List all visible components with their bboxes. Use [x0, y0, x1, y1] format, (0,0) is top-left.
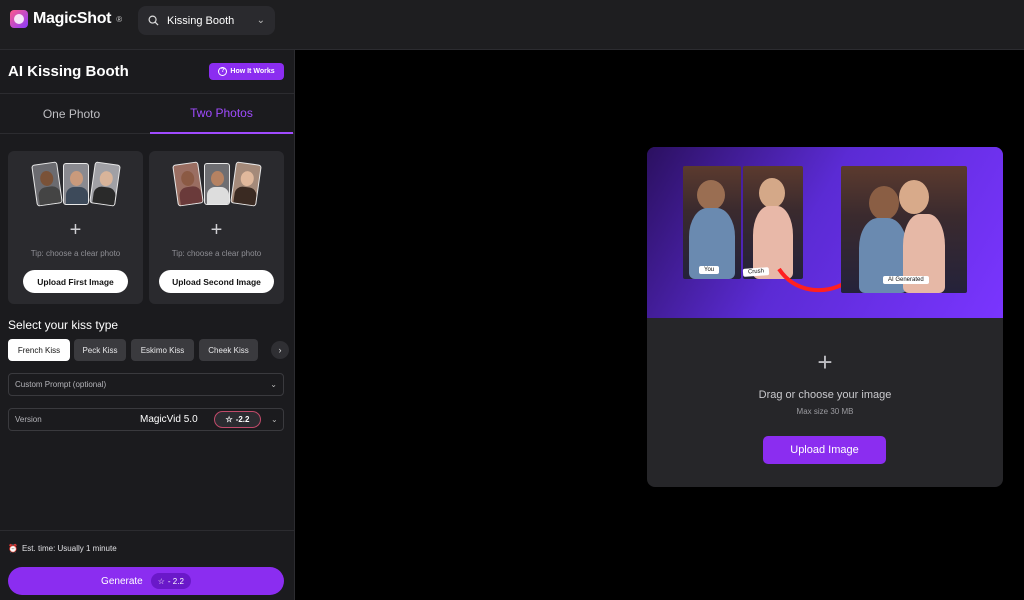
- star-icon: ☆: [157, 576, 165, 586]
- left-panel: AI Kissing Booth ? How It Works One Phot…: [0, 50, 295, 600]
- chevron-down-icon: ⌄: [271, 415, 278, 424]
- plus-icon: +: [817, 347, 833, 377]
- kiss-chip-peck[interactable]: Peck Kiss: [74, 339, 126, 361]
- question-icon: ?: [218, 67, 228, 76]
- drop-instructions: Drag or choose your image: [758, 389, 892, 401]
- custom-prompt-label: Custom Prompt (optional): [15, 380, 107, 389]
- star-icon: ☆: [225, 415, 233, 424]
- kiss-type-selector: French Kiss Peck Kiss Eskimo Kiss Cheek …: [8, 339, 290, 361]
- sample-faces: [31, 161, 121, 207]
- how-it-works-label: How It Works: [230, 68, 275, 75]
- upload-second-image-button[interactable]: Upload Second Image: [159, 270, 274, 293]
- magicshot-logo-icon: [10, 10, 28, 28]
- generate-button[interactable]: Generate ☆ - 2.2: [8, 567, 284, 595]
- tab-two-photos[interactable]: Two Photos: [150, 94, 293, 134]
- version-value: MagicVid 5.0: [140, 414, 198, 425]
- brand-logo[interactable]: MagicShot ®: [10, 10, 122, 28]
- panel-header: AI Kissing Booth ? How It Works: [0, 50, 295, 94]
- max-size-note: Max size 30 MB: [796, 407, 854, 416]
- upload-tip: Tip: choose a clear photo: [171, 249, 262, 258]
- sample-faces: [172, 161, 262, 207]
- upload-tip: Tip: choose a clear photo: [30, 249, 121, 258]
- estimated-time: ⏰ Est. time: Usually 1 minute: [8, 544, 117, 553]
- tab-one-photo[interactable]: One Photo: [0, 94, 143, 134]
- tag-you: You: [699, 266, 720, 274]
- search-icon: [148, 15, 159, 26]
- tool-search[interactable]: Kissing Booth ⌄: [138, 6, 275, 35]
- brand-registered: ®: [116, 14, 123, 24]
- alarm-clock-icon: ⏰: [8, 544, 18, 553]
- version-label: Version: [15, 415, 42, 424]
- chevron-down-icon: ⌄: [270, 380, 277, 389]
- upload-second-card[interactable]: + Tip: choose a clear photo Upload Secon…: [149, 151, 284, 304]
- kiss-type-label: Select your kiss type: [8, 318, 119, 332]
- example-banner: You Crush AI Generated: [647, 147, 1003, 318]
- upload-dropzone-card[interactable]: You Crush AI Generated + Drag or choose …: [647, 147, 1003, 487]
- how-it-works-button[interactable]: ? How It Works: [209, 63, 284, 80]
- top-bar: MagicShot ® Kissing Booth ⌄: [0, 0, 1024, 50]
- brand-name: MagicShot: [33, 10, 112, 27]
- upload-image-button[interactable]: Upload Image: [763, 436, 886, 464]
- upload-first-image-button[interactable]: Upload First Image: [23, 270, 128, 293]
- chevron-down-icon: ⌄: [256, 15, 265, 26]
- generate-label: Generate: [101, 575, 143, 587]
- kiss-chip-eskimo[interactable]: Eskimo Kiss: [131, 339, 194, 361]
- generate-cost: - 2.2: [167, 576, 184, 586]
- custom-prompt-dropdown[interactable]: Custom Prompt (optional) ⌄: [8, 373, 284, 396]
- chevron-right-icon[interactable]: ›: [271, 341, 289, 359]
- estimated-time-text: Est. time: Usually 1 minute: [21, 544, 117, 553]
- photo-mode-tabs: One Photo Two Photos: [0, 94, 295, 134]
- plus-icon: +: [210, 219, 223, 241]
- credit-cost-badge: ☆ -2.2: [214, 411, 261, 428]
- credit-cost: -2.2: [235, 415, 250, 424]
- generate-footer: ⏰ Est. time: Usually 1 minute Generate ☆…: [0, 530, 295, 600]
- kiss-chip-french[interactable]: French Kiss: [8, 339, 70, 361]
- example-photo-you: [683, 166, 741, 279]
- plus-icon: +: [69, 219, 82, 241]
- page-title: AI Kissing Booth: [8, 63, 129, 80]
- example-photo-ai-result: [841, 166, 967, 293]
- example-photo-crush: [743, 166, 803, 279]
- generate-cost-badge: ☆ - 2.2: [150, 573, 191, 589]
- search-value: Kissing Booth: [167, 14, 235, 27]
- version-select[interactable]: Version MagicVid 5.0 ☆ -2.2 ⌄: [8, 408, 284, 431]
- upload-first-card[interactable]: + Tip: choose a clear photo Upload First…: [8, 151, 143, 304]
- kiss-chip-cheek[interactable]: Cheek Kiss: [199, 339, 258, 361]
- tag-ai-generated: AI Generated: [883, 276, 929, 284]
